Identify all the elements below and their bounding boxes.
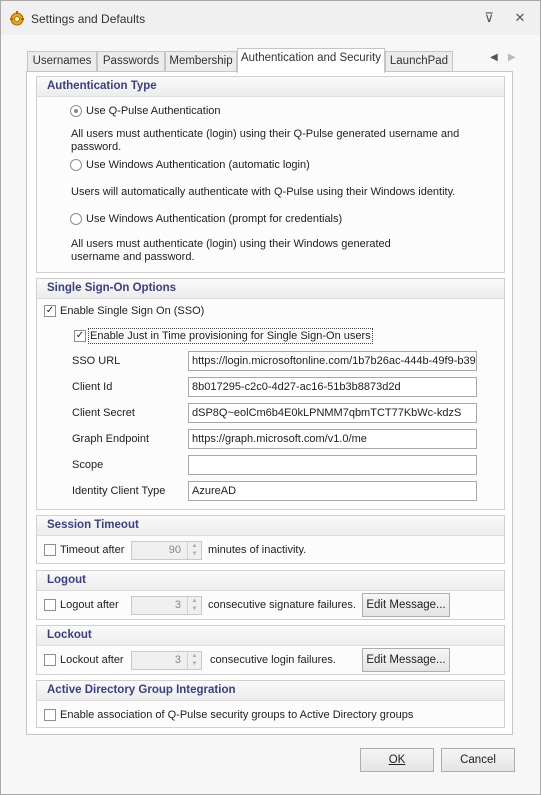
tab-prev-icon[interactable]: ◀ bbox=[490, 52, 498, 63]
spinner-arrows-icon[interactable]: ▲ ▼ bbox=[187, 597, 201, 614]
spinner-up-icon[interactable]: ▲ bbox=[188, 542, 201, 550]
enable-sso-label[interactable]: Enable Single Sign On (SSO) bbox=[60, 305, 204, 317]
settings-gear-icon bbox=[10, 11, 24, 26]
client-secret-input[interactable]: dSP8Q~eolCm6b4E0kLPNMM7qbmTCT77KbWc-kdzS bbox=[188, 403, 477, 423]
tab-passwords[interactable]: Passwords bbox=[97, 51, 165, 72]
windows-auto-auth-description: Users will automatically authenticate wi… bbox=[71, 186, 456, 198]
session-timeout-checkbox[interactable] bbox=[44, 544, 56, 556]
spinner-down-icon[interactable]: ▼ bbox=[188, 550, 201, 558]
qpulse-auth-label[interactable]: Use Q-Pulse Authentication bbox=[86, 105, 221, 117]
lockout-checkbox[interactable] bbox=[44, 654, 56, 666]
close-icon[interactable]: ✕ bbox=[510, 9, 530, 27]
spinner-arrows-icon[interactable]: ▲ ▼ bbox=[187, 542, 201, 559]
logout-label[interactable]: Logout after bbox=[60, 599, 119, 611]
jit-provisioning-label[interactable]: Enable Just in Time provisioning for Sin… bbox=[88, 328, 373, 344]
logout-suffix: consecutive signature failures. bbox=[208, 599, 356, 611]
tab-usernames[interactable]: Usernames bbox=[27, 51, 97, 72]
windows-prompt-auth-description: All users must authenticate (login) usin… bbox=[71, 238, 391, 263]
spinner-arrows-icon[interactable]: ▲ ▼ bbox=[187, 652, 201, 669]
identity-client-type-input[interactable]: AzureAD bbox=[188, 481, 477, 501]
ok-button-label: OK bbox=[388, 754, 406, 766]
ok-button[interactable]: OK bbox=[360, 748, 434, 772]
tab-authentication-and-security[interactable]: Authentication and Security bbox=[237, 48, 385, 73]
spinner-up-icon[interactable]: ▲ bbox=[188, 597, 201, 605]
lockout-edit-message-button[interactable]: Edit Message... bbox=[362, 648, 450, 672]
lockout-label[interactable]: Lockout after bbox=[60, 654, 124, 666]
session-timeout-value: 90 bbox=[168, 544, 181, 556]
logout-group: Logout Logout after 3 ▲ ▼ consecutive si… bbox=[36, 570, 505, 620]
ad-group-integration-label[interactable]: Enable association of Q-Pulse security g… bbox=[60, 709, 413, 721]
cancel-button-label: Cancel bbox=[460, 754, 496, 766]
scope-label: Scope bbox=[72, 459, 104, 471]
pin-icon[interactable]: ⊽ bbox=[479, 9, 499, 27]
ad-group-integration-heading: Active Directory Group Integration bbox=[37, 681, 504, 701]
session-timeout-heading: Session Timeout bbox=[37, 516, 504, 536]
windows-auto-auth-label[interactable]: Use Windows Authentication (automatic lo… bbox=[86, 159, 310, 171]
sso-url-input[interactable]: https://login.microsoftonline.com/1b7b26… bbox=[188, 351, 477, 371]
logout-edit-message-button[interactable]: Edit Message... bbox=[362, 593, 450, 617]
sso-options-heading: Single Sign-On Options bbox=[37, 279, 504, 299]
lockout-spinner[interactable]: 3 ▲ ▼ bbox=[131, 651, 202, 670]
client-id-label: Client Id bbox=[72, 381, 113, 393]
sso-url-label: SSO URL bbox=[72, 355, 121, 367]
session-timeout-spinner[interactable]: 90 ▲ ▼ bbox=[131, 541, 202, 560]
sso-options-group: Single Sign-On Options ✓ Enable Single S… bbox=[36, 278, 505, 510]
spinner-up-icon[interactable]: ▲ bbox=[188, 652, 201, 660]
tab-membership[interactable]: Membership bbox=[165, 51, 237, 72]
settings-window: Settings and Defaults ⊽ ✕ Usernames Pass… bbox=[0, 0, 541, 795]
window-title: Settings and Defaults bbox=[31, 12, 146, 26]
spinner-down-icon[interactable]: ▼ bbox=[188, 605, 201, 613]
ad-group-integration-checkbox[interactable] bbox=[44, 709, 56, 721]
authentication-type-heading: Authentication Type bbox=[37, 77, 504, 97]
windows-prompt-auth-label[interactable]: Use Windows Authentication (prompt for c… bbox=[86, 213, 342, 225]
qpulse-auth-description: All users must authenticate (login) usin… bbox=[71, 128, 460, 153]
scope-input[interactable] bbox=[188, 455, 477, 475]
authentication-type-group: Authentication Type Use Q-Pulse Authenti… bbox=[36, 76, 505, 273]
lockout-group: Lockout Lockout after 3 ▲ ▼ consecutive … bbox=[36, 625, 505, 675]
session-timeout-group: Session Timeout Timeout after 90 ▲ ▼ min… bbox=[36, 515, 505, 564]
qpulse-auth-radio[interactable] bbox=[70, 105, 82, 117]
lockout-value: 3 bbox=[174, 654, 181, 666]
graph-endpoint-input[interactable]: https://graph.microsoft.com/v1.0/me bbox=[188, 429, 477, 449]
tab-next-icon[interactable]: ▶ bbox=[508, 52, 516, 63]
lockout-heading: Lockout bbox=[37, 626, 504, 646]
ad-group-integration-group: Active Directory Group Integration Enabl… bbox=[36, 680, 505, 728]
title-bar: Settings and Defaults ⊽ ✕ bbox=[1, 1, 540, 35]
jit-provisioning-checkbox[interactable]: ✓ bbox=[74, 330, 86, 342]
logout-spinner[interactable]: 3 ▲ ▼ bbox=[131, 596, 202, 615]
client-id-input[interactable]: 8b017295-c2c0-4d27-ac16-51b3b8873d2d bbox=[188, 377, 477, 397]
tab-panel: Authentication Type Use Q-Pulse Authenti… bbox=[26, 71, 513, 735]
logout-heading: Logout bbox=[37, 571, 504, 591]
windows-prompt-auth-radio[interactable] bbox=[70, 213, 82, 225]
cancel-button[interactable]: Cancel bbox=[441, 748, 515, 772]
identity-client-type-label: Identity Client Type bbox=[72, 485, 166, 497]
enable-sso-checkbox[interactable]: ✓ bbox=[44, 305, 56, 317]
session-timeout-suffix: minutes of inactivity. bbox=[208, 544, 307, 556]
tab-strip: Usernames Passwords Membership Authentic… bbox=[27, 48, 527, 73]
windows-auto-auth-radio[interactable] bbox=[70, 159, 82, 171]
logout-value: 3 bbox=[174, 599, 181, 611]
graph-endpoint-label: Graph Endpoint bbox=[72, 433, 150, 445]
tab-launchpad[interactable]: LaunchPad bbox=[385, 51, 453, 72]
logout-checkbox[interactable] bbox=[44, 599, 56, 611]
spinner-down-icon[interactable]: ▼ bbox=[188, 660, 201, 668]
lockout-suffix: consecutive login failures. bbox=[210, 654, 336, 666]
client-secret-label: Client Secret bbox=[72, 407, 135, 419]
session-timeout-label[interactable]: Timeout after bbox=[60, 544, 124, 556]
